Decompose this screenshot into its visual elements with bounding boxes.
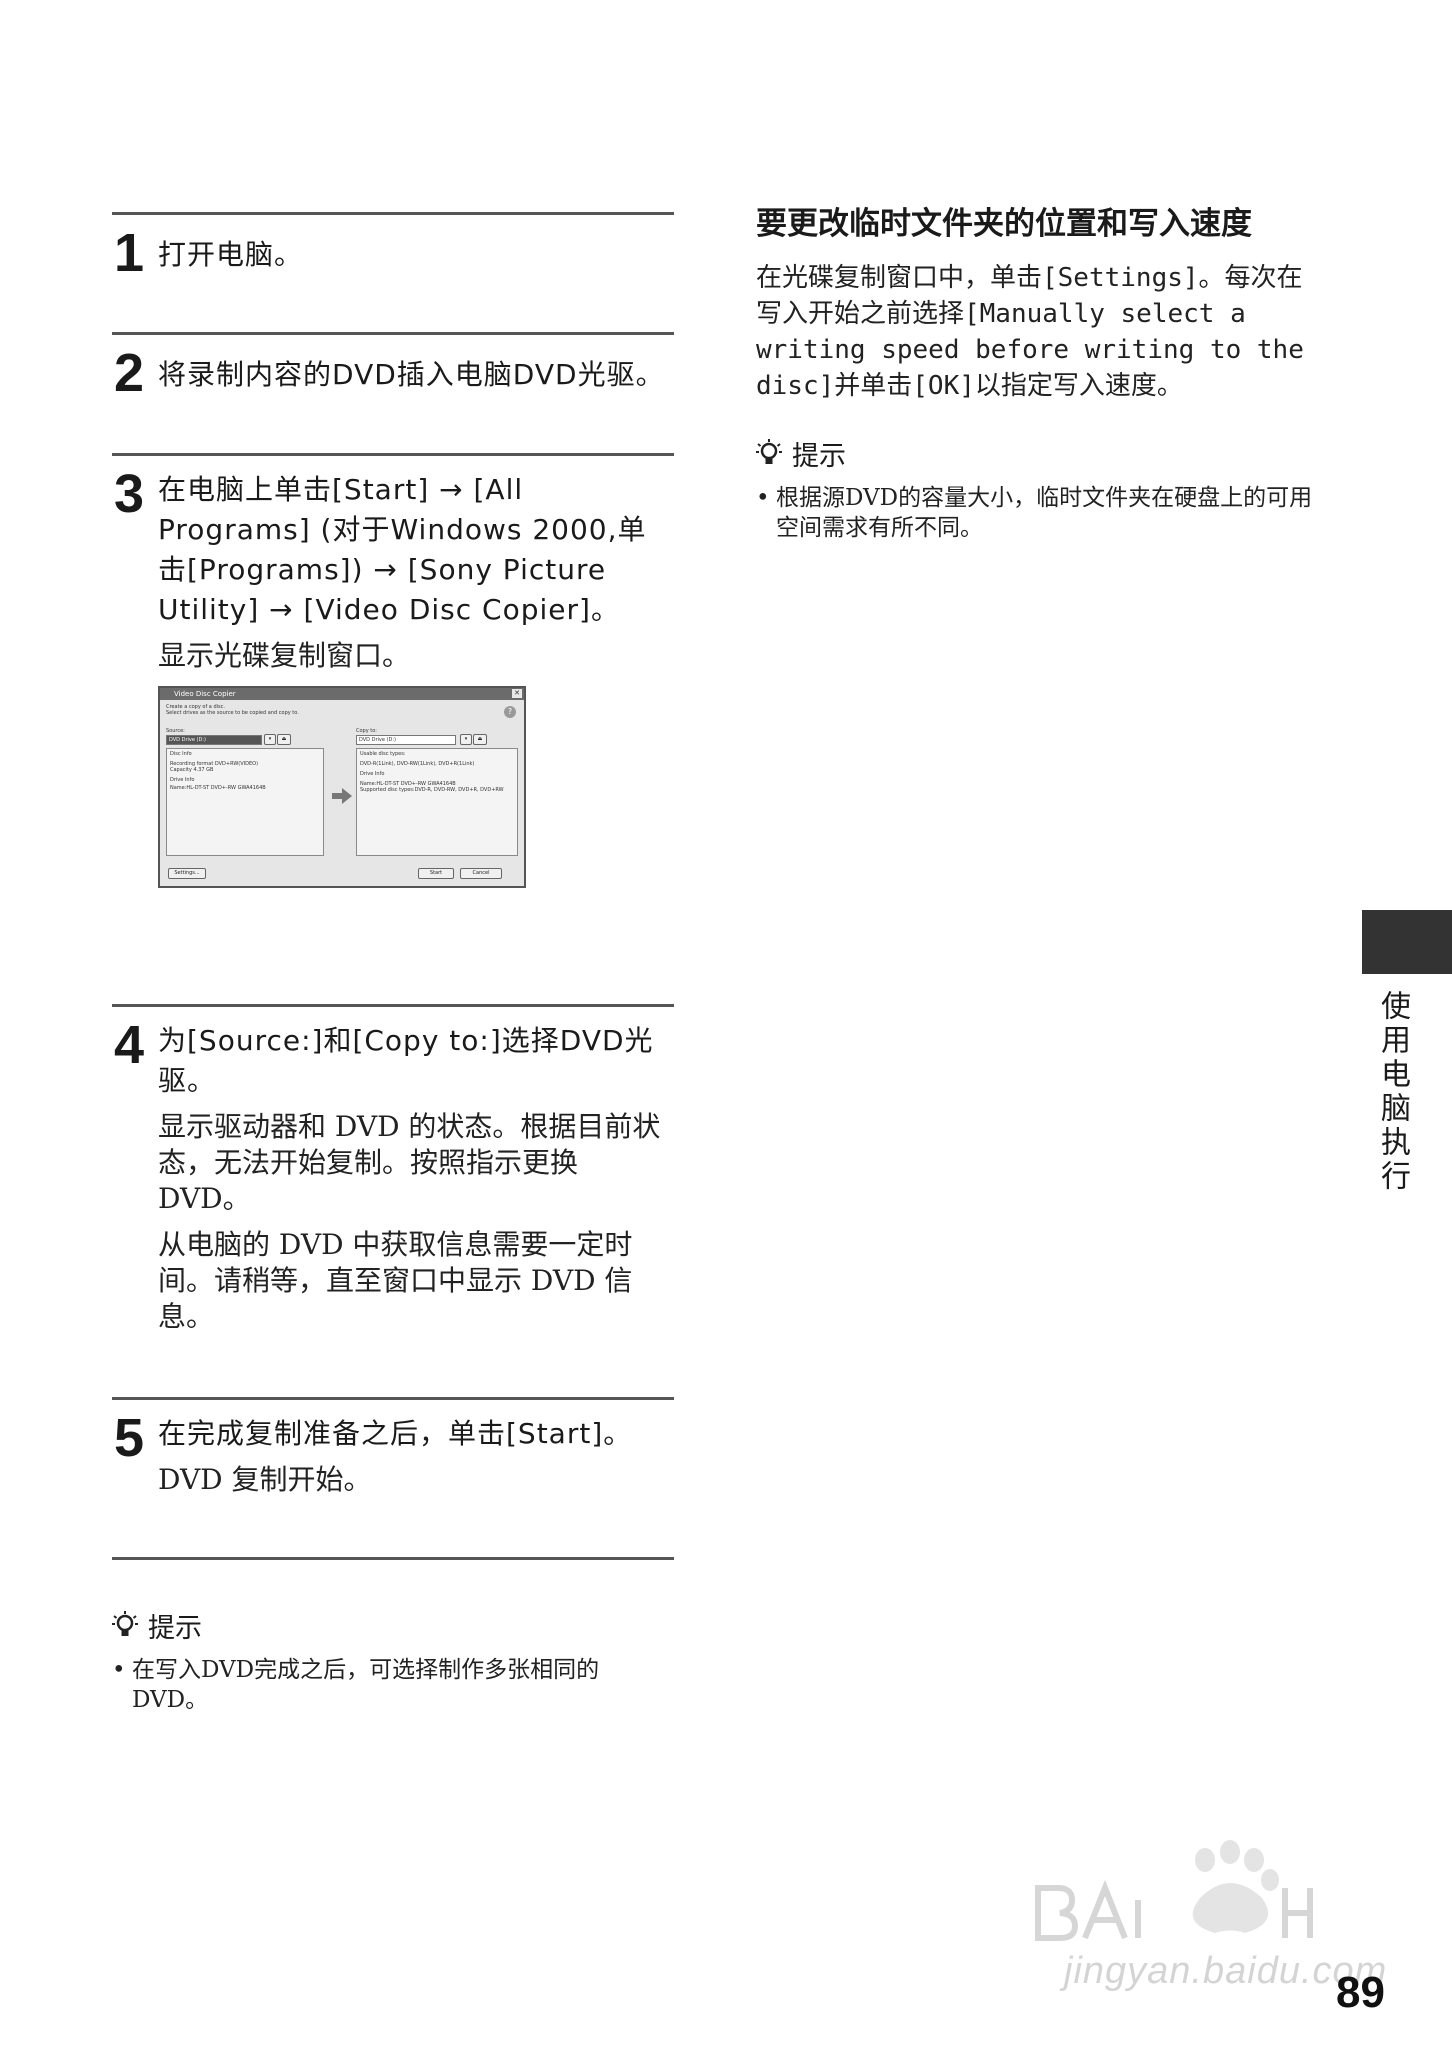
step-title: 在完成复制准备之后，单击[Start]。 (158, 1417, 633, 1450)
step-title: 在电脑上单击[Start] → [All Programs] (对于Window… (158, 473, 647, 626)
hint-block-left: 提示 在写入DVD完成之后，可选择制作多张相同的DVD。 (112, 1606, 674, 1715)
help-icon[interactable]: ? (504, 706, 516, 718)
chevron-down-icon[interactable]: ▾ (264, 734, 276, 745)
capacity: Capacity 4.37 GB (170, 767, 214, 773)
step-number: 2 (114, 343, 145, 403)
eject-icon[interactable]: ⏏ (473, 734, 487, 745)
step-number: 3 (114, 464, 145, 524)
start-button[interactable]: Start (418, 868, 454, 879)
drive-info-label: Drive Info (360, 771, 385, 777)
hint-block-right: 提示 根据源DVD的容量大小，临时文件夹在硬盘上的可用空间需求有所不同。 (756, 434, 1322, 543)
step-4: 4 为[Source:]和[Copy to:]选择DVD光驱。 显示驱动器和 D… (112, 1007, 674, 1397)
arrow-right-icon (332, 788, 352, 804)
section-title: 要更改临时文件夹的位置和写入速度 (756, 206, 1252, 242)
step-3: 3 在电脑上单击[Start] → [All Programs] (对于Wind… (112, 456, 674, 990)
step-body-text: DVD 复制开始。 (158, 1463, 372, 1496)
window-titlebar: Video Disc Copier ✕ (160, 688, 524, 700)
step-body-text: 显示驱动器和 DVD 的状态。根据目前状态，无法开始复制。按照指示更换 DVD。 (158, 1110, 661, 1215)
lightbulb-icon (756, 438, 782, 464)
step-body: 显示光碟复制窗口。 (158, 638, 674, 674)
step-1: 1 打开电脑。 (112, 215, 674, 332)
hint-list: 根据源DVD的容量大小，临时文件夹在硬盘上的可用空间需求有所不同。 (756, 483, 1322, 543)
chapter-tab (1362, 910, 1452, 974)
section-divider (112, 1557, 674, 1560)
source-info-panel: Disc Info Recording format DVD+RW(VIDEO)… (166, 748, 324, 856)
eject-icon[interactable]: ⏏ (277, 734, 291, 745)
intro-text: Select drives as the source to be copied… (166, 710, 299, 716)
hint-item: 在写入DVD完成之后，可选择制作多张相同的DVD。 (112, 1655, 674, 1715)
step-title: 为[Source:]和[Copy to:]选择DVD光驱。 (158, 1024, 654, 1097)
window-title: Video Disc Copier (174, 690, 236, 698)
usable-disc-types-label: Usable disc types: (360, 751, 406, 757)
page-number: 89 (1336, 1968, 1385, 2017)
step-2: 2 将录制内容的DVD插入电脑DVD光驱。 (112, 335, 674, 453)
hint-list: 在写入DVD完成之后，可选择制作多张相同的DVD。 (112, 1655, 674, 1715)
section-body: 在光碟复制窗口中，单击[Settings]。每次在写入开始之前选择[Manual… (756, 263, 1304, 401)
copy-to-label: Copy to: (356, 728, 377, 734)
hint-heading: 提示 (756, 434, 1322, 473)
left-column: 1 打开电脑。 2 将录制内容的DVD插入电脑DVD光驱。 3 在电脑上单击[S… (112, 212, 674, 1715)
source-label: Source: (166, 728, 185, 734)
step-number: 5 (114, 1408, 145, 1468)
step-body: DVD 复制开始。 (158, 1462, 674, 1498)
copy-to-select[interactable]: DVD Drive (D:) (356, 735, 456, 745)
hint-heading-text: 提示 (148, 1613, 202, 1644)
step-title: 打开电脑。 (158, 238, 304, 271)
usable-disc-types: DVD-R(1Link), DVD-RW(1Link), DVD+R(1Link… (360, 761, 475, 767)
chevron-down-icon[interactable]: ▾ (460, 734, 472, 745)
baidu-jingyan-logo (1035, 1840, 1313, 1941)
disc-info-label: Disc Info (170, 751, 192, 757)
source-select[interactable]: DVD Drive (D:) (166, 735, 262, 745)
step-5: 5 在完成复制准备之后，单击[Start]。 DVD 复制开始。 (112, 1400, 674, 1557)
step-body-text: 从电脑的 DVD 中获取信息需要一定时间。请稍等，直至窗口中显示 DVD 信息。 (158, 1228, 633, 1333)
step-body: 显示驱动器和 DVD 的状态。根据目前状态，无法开始复制。按照指示更换 DVD。… (158, 1109, 674, 1335)
close-icon[interactable]: ✕ (512, 689, 522, 698)
step-title: 将录制内容的DVD插入电脑DVD光驱。 (158, 358, 665, 391)
cancel-button[interactable]: Cancel (460, 868, 502, 879)
step-number: 1 (114, 223, 145, 283)
drive-info-label: Drive Info (170, 777, 195, 783)
supported-types: Supported disc types:DVD-R, DVD-RW, DVD+… (360, 787, 504, 793)
destination-info-panel: Usable disc types: DVD-R(1Link), DVD-RW(… (356, 748, 518, 856)
settings-button[interactable]: Settings... (168, 868, 206, 879)
step-body-text: 显示光碟复制窗口。 (158, 639, 411, 672)
hint-heading: 提示 (112, 1606, 674, 1645)
source-drive-name: Name:HL-DT-ST DVD+-RW GWA4164B (170, 785, 266, 791)
step-number: 4 (114, 1015, 145, 1075)
lightbulb-icon (112, 1610, 138, 1636)
video-disc-copier-screenshot: Video Disc Copier ✕ Create a copy of a d… (158, 686, 526, 888)
hint-heading-text: 提示 (792, 441, 846, 472)
hint-item: 根据源DVD的容量大小，临时文件夹在硬盘上的可用空间需求有所不同。 (756, 483, 1322, 543)
right-column: 要更改临时文件夹的位置和写入速度 在光碟复制窗口中，单击[Settings]。每… (756, 200, 1322, 543)
chapter-label: 使用电脑执行 (1375, 990, 1410, 1194)
